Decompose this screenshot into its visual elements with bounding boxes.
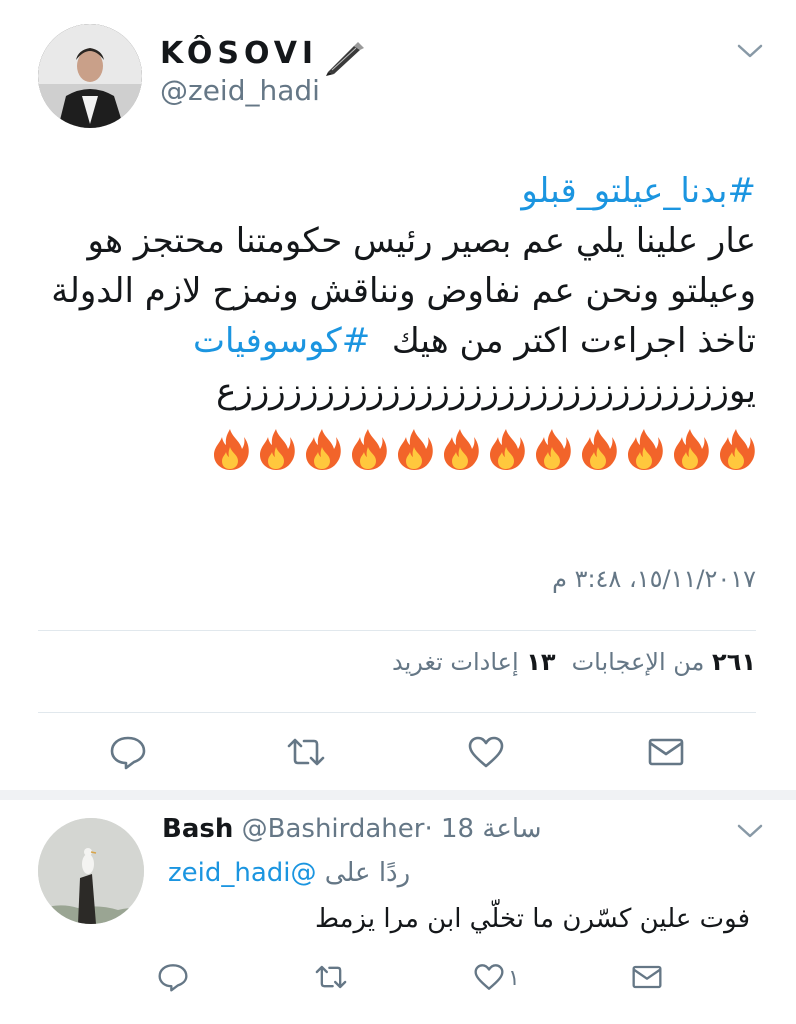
message-icon[interactable]: [646, 734, 686, 770]
likes-stat[interactable]: ٢٦١ من الإعجابات: [572, 648, 756, 676]
fire-icon: [720, 428, 755, 470]
divider: [38, 712, 756, 713]
reply-icon[interactable]: [156, 962, 190, 992]
tweet-line: يوززززززززززززززززززززززززززززززع: [216, 371, 756, 411]
tweet-text: #بدنا_عيلتو_قبلو عار علينا يلي عم بصير ر…: [26, 166, 756, 478]
fire-icon: [352, 428, 387, 470]
fire-icon: [398, 428, 433, 470]
pen-icon: [326, 42, 364, 76]
likes-count: ٢٦١: [712, 648, 756, 676]
reply-author-name[interactable]: Bash: [162, 814, 233, 844]
reply-like-count: ١: [508, 966, 520, 991]
reply-icon[interactable]: [108, 734, 148, 770]
tweet-timestamp: ١٥/١١/٢٠١٧، ٣:٤٨ م: [552, 565, 756, 593]
like-icon[interactable]: [466, 734, 506, 770]
message-icon[interactable]: [630, 962, 664, 992]
author-avatar[interactable]: [38, 24, 142, 128]
chevron-down-icon[interactable]: [736, 42, 764, 60]
retweets-count: ١٣: [526, 648, 556, 676]
hashtag-link[interactable]: #كوسوفيات: [193, 321, 370, 361]
author-handle[interactable]: @zeid_hadi: [160, 74, 320, 107]
fire-icon: [582, 428, 617, 470]
replying-to-label: ردًا على: [324, 858, 411, 888]
fire-icon: [628, 428, 663, 470]
likes-label: من الإعجابات: [571, 648, 705, 676]
retweets-label: إعادات تغريد: [391, 648, 519, 676]
tweet-line: تاخذ اجراءت اكتر من هيك #كوسوفيات: [26, 316, 756, 366]
tweet-line-text: تاخذ اجراءت اكتر من هيك: [391, 321, 756, 361]
fire-icon: [260, 428, 295, 470]
fire-icon: [214, 428, 249, 470]
retweets-stat[interactable]: ١٣ إعادات تغريد: [392, 648, 556, 676]
reply-author-avatar[interactable]: [38, 818, 144, 924]
fire-icon: [536, 428, 571, 470]
fire-icon: [306, 428, 341, 470]
reply-header: Bash @Bashirdaher· 18 ساعة: [162, 814, 542, 844]
section-divider: [0, 790, 796, 800]
chevron-down-icon[interactable]: [736, 822, 764, 840]
fire-emoji-row: [26, 422, 756, 478]
fire-icon: [490, 428, 525, 470]
retweet-icon[interactable]: [314, 962, 348, 992]
fire-icon: [674, 428, 709, 470]
replying-to: ردًا على @zeid_hadi: [168, 858, 410, 888]
fire-icon: [444, 428, 479, 470]
reply-text: فوت علين كسّرن ما تخلّي ابن مرا يزمط: [314, 904, 750, 934]
reply-author-handle[interactable]: @Bashirdaher: [242, 814, 425, 844]
tweet-line: وعيلتو ونحن عم نفاوض ونناقش ونمزح لازم ا…: [51, 271, 756, 311]
replying-to-mention[interactable]: @zeid_hadi: [168, 858, 317, 888]
tweet-stats: ٢٦١ من الإعجابات ١٣ إعادات تغريد: [392, 648, 756, 676]
hashtag-link[interactable]: #بدنا_عيلتو_قبلو: [26, 166, 756, 216]
tweet-line: عار علينا يلي عم بصير رئيس حكومتنا محتجز…: [87, 221, 756, 261]
divider: [38, 630, 756, 631]
retweet-icon[interactable]: [286, 734, 326, 770]
reply-time[interactable]: · 18 ساعة: [424, 814, 541, 844]
author-display-name[interactable]: KÔSOVI: [160, 36, 318, 71]
like-icon[interactable]: [472, 962, 506, 992]
